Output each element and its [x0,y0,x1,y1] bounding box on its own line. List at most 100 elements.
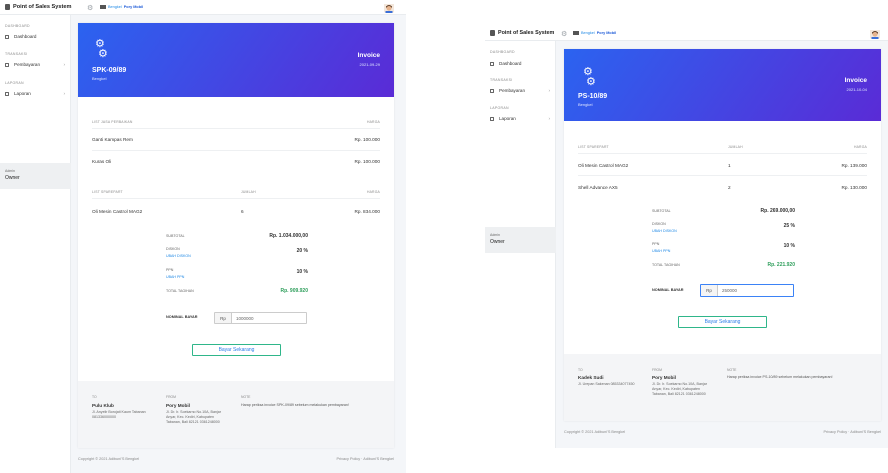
screen-invoice-ps: Point of Sales System ⚙ Bengkel Pory Mob… [485,25,888,448]
invoice-date: 2021-10-04 [846,87,867,92]
document-icon [490,30,495,36]
nominal-input[interactable]: 1000000 [232,313,254,323]
user-name: Owner [5,175,20,181]
from-name: Pory Mobil [652,375,676,380]
sparepart-name: Shell Advance AX5 [578,185,618,190]
total-label: TOTAL TAGIHAN [166,289,194,293]
currency-prefix: Rp [215,313,232,323]
breadcrumb-prefix: Bengkel [581,31,595,35]
sidebar-item-pembayaran[interactable]: Pembayaran › [5,62,65,67]
invoice-code: PS-10/89 [578,93,608,100]
breadcrumb-name: Pory Mobil [123,5,144,9]
edit-discount-link[interactable]: UBAH DISKON [166,254,191,258]
note-text: Harap periksa invoice PS-10/89 sebelum m… [727,375,833,379]
price-header: HARGA [366,190,380,194]
nominal-label: NOMINAL BAYAR [652,288,684,292]
note-text: Harap periksa invoice SPK-09/89 sebelum … [241,403,349,407]
sidebar-item-dashboard[interactable]: Dashboard [5,34,65,39]
sparepart-name: Oli Mesin Castrol MAG2 [578,163,629,168]
sidebar-heading-dashboard: DASHBOARD [490,50,515,54]
sidebar-item-laporan[interactable]: Laporan › [5,91,65,96]
sidebar-user[interactable]: Admin Owner [485,227,556,253]
flag-icon [100,5,106,9]
payment-icon [5,62,9,67]
edit-discount-link[interactable]: UBAH DISKON [652,229,677,233]
sidebar-item-label: Pembayaran [499,88,526,93]
sidebar-heading-dashboard: DASHBOARD [5,24,30,28]
page-copyright: Copyright © 2021 Adibuni'S Bengkel [78,457,140,461]
service-name: Kuras Oli [92,159,112,164]
sparepart-qty: 1 [728,163,731,168]
pay-now-button[interactable]: Bayar Sekarang [678,316,767,328]
invoice-footer: TO Pulu Klub Jl. Anyelir Borojati Kaum T… [78,381,394,448]
nominal-input-group[interactable]: Rp 1000000 [214,312,307,324]
report-icon [490,116,494,121]
sparepart-header: LIST SPAREPART [578,145,609,149]
pay-now-button[interactable]: Bayar Sekarang [192,344,281,356]
table-row: Oli Mesin Castrol MAG2 6 Rp. 834.000 [92,198,380,222]
sidebar-heading-laporan: LAPORAN [5,81,24,85]
avatar[interactable] [870,28,880,39]
app-brand[interactable]: Point of Sales System [490,30,554,36]
tax-label: PPN [652,242,660,246]
chevron-right-icon: › [548,116,551,121]
sidebar-heading-transaksi: TRANSAKSI [490,78,513,82]
nominal-label: NOMINAL BAYAR [166,315,198,319]
breadcrumb-name: Pory Mobil [596,31,617,35]
user-role: Admin [5,169,15,173]
footer-links[interactable]: Privacy Policy · Adibuni'S Bengkel [824,430,882,434]
breadcrumb[interactable]: Bengkel Pory Mobil [100,5,143,9]
user-name: Owner [490,239,505,245]
app-brand[interactable]: Point of Sales System [5,4,71,10]
discount-value: 20 % [296,248,308,254]
invoice-date: 2021-09-29 [359,62,380,67]
subtotal-label: SUBTOTAL [166,234,185,238]
flag-icon [573,31,579,35]
discount-label: DISKON [166,247,180,251]
sidebar-item-laporan[interactable]: Laporan › [490,116,550,121]
breadcrumb[interactable]: Bengkel Pory Mobil [573,31,616,35]
nominal-input[interactable]: 250000 [718,285,737,296]
top-navbar: Point of Sales System ⚙ Bengkel Pory Mob… [485,25,888,41]
sidebar-item-pembayaran[interactable]: Pembayaran › [490,88,550,93]
sidebar-heading-transaksi: TRANSAKSI [5,52,28,56]
total-value: Rp. 909.920 [280,288,308,294]
dashboard-icon [490,61,494,66]
sidebar-item-dashboard[interactable]: Dashboard [490,61,550,66]
currency-prefix: Rp [701,285,718,296]
edit-tax-link[interactable]: UBAH PPN [166,275,184,279]
breadcrumb-prefix: Bengkel [108,5,122,9]
settings-icon[interactable]: ⚙ [561,30,567,38]
to-name: Kadek Sudi [578,375,604,380]
invoice-location: Bengkel [92,76,107,81]
total-value: Rp. 221.920 [767,262,795,268]
service-name: Ganti Kampas Rem [92,137,133,142]
total-label: TOTAL TAGIHAN [652,263,680,267]
from-name: Pory Mobil [166,403,190,408]
footer-links[interactable]: Privacy Policy · Adibuni'S Bengkel [337,457,395,461]
sidebar-item-label: Dashboard [14,34,37,39]
avatar[interactable] [384,2,394,13]
top-navbar: Point of Sales System ⚙ Bengkel Pory Mob… [0,0,406,15]
from-header: FROM [652,368,662,372]
settings-icon[interactable]: ⚙ [87,4,93,12]
table-row: Ganti Kampas Rem Rp. 100.000 [92,128,380,150]
sparepart-price: Rp. 130.000 [841,185,867,190]
sidebar-user[interactable]: Admin Owner [0,163,71,189]
invoice-label: Invoice [357,52,380,59]
sidebar: DASHBOARD Dashboard TRANSAKSI Pembayaran… [0,15,71,473]
service-price: Rp. 100.000 [354,137,380,142]
to-address: Jl. Urepan Sakenan 085334077450 [578,382,635,386]
from-address: Jl. Dr. Ir. Soekarno No.10A, Banjar Anya… [652,382,707,396]
sparepart-price: Rp. 834.000 [354,209,380,214]
edit-tax-link[interactable]: UBAH PPN [652,249,670,253]
note-header: NOTE [727,368,737,372]
qty-header: JUMLAH [728,145,743,149]
invoice-card: ⚙ ⚙ PS-10/89 Bengkel Invoice 2021-10-04 … [564,49,881,421]
sparepart-qty: 6 [241,209,244,214]
invoice-location: Bengkel [578,102,593,107]
nominal-input-group[interactable]: Rp 250000 [700,284,794,297]
invoice-card: ⚙ ⚙ SPK-09/89 Bengkel Invoice 2021-09-29… [78,23,394,448]
sidebar-item-label: Laporan [499,116,516,121]
note-header: NOTE [241,395,251,399]
